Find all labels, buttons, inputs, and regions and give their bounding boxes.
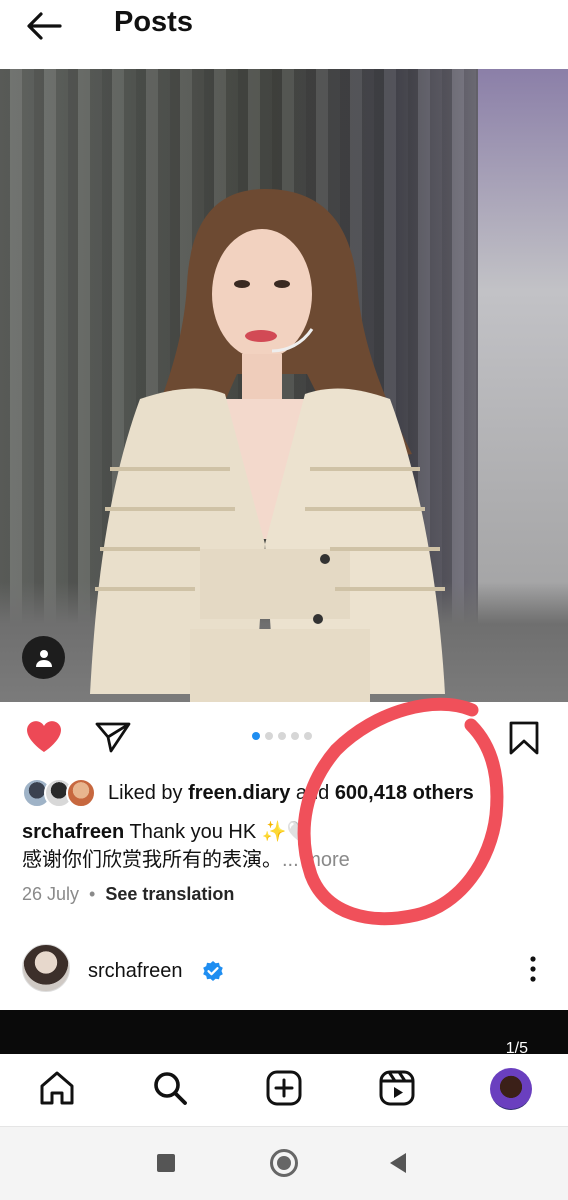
recent-apps-icon[interactable]: [157, 1154, 175, 1172]
page-title: Posts: [114, 6, 193, 38]
user-icon: [36, 650, 52, 667]
avatar[interactable]: [22, 944, 70, 992]
caption-username[interactable]: srchafreen: [22, 821, 124, 843]
post-meta: 26 July • See translation: [22, 884, 234, 905]
back-arrow-icon[interactable]: [24, 10, 64, 42]
like-heart-icon[interactable]: [24, 718, 64, 754]
carousel-dot: [304, 732, 312, 740]
carousel-dot: [291, 732, 299, 740]
post-date: 26 July: [22, 884, 80, 904]
likes-user[interactable]: freen.diary: [188, 782, 290, 804]
likes-text: Liked by freen.diary and 600,418 others: [108, 782, 474, 805]
carousel-dot: [265, 732, 273, 740]
caption-more[interactable]: ... more: [282, 849, 350, 871]
likes-row[interactable]: Liked by freen.diary and 600,418 others: [22, 776, 474, 810]
post-actions-bar: [0, 702, 568, 772]
home-icon[interactable]: [37, 1068, 77, 1108]
next-post-header: srchafreen: [0, 940, 568, 1002]
post-caption[interactable]: srchafreen Thank you HK ✨🤍 感谢你们欣赏我所有的表演。…: [22, 818, 382, 874]
likes-count[interactable]: 600,418: [335, 782, 407, 804]
meta-separator: •: [89, 884, 96, 904]
caption-line2: 感谢你们欣赏我所有的表演。: [22, 849, 282, 871]
likes-suffix[interactable]: others: [407, 782, 474, 804]
see-translation-link[interactable]: See translation: [105, 884, 234, 905]
likes-prefix: Liked by: [108, 781, 189, 804]
carousel-indicator: [252, 732, 312, 742]
likes-middle: and: [290, 781, 335, 804]
post-photo[interactable]: [0, 69, 568, 702]
search-icon[interactable]: [150, 1068, 190, 1108]
carousel-dot: [252, 732, 260, 740]
photo-subject: [90, 189, 445, 702]
tagged-users-button[interactable]: [22, 636, 65, 679]
share-send-icon[interactable]: [94, 720, 132, 754]
more-options-icon[interactable]: [526, 954, 540, 984]
top-bar: Posts: [0, 0, 568, 60]
bottom-nav: [0, 1054, 568, 1126]
create-post-icon[interactable]: [264, 1068, 304, 1108]
verified-badge-icon: [203, 961, 223, 981]
back-triangle-icon[interactable]: [390, 1153, 406, 1173]
carousel-dot: [278, 732, 286, 740]
next-post-username[interactable]: srchafreen: [88, 960, 183, 983]
system-navigation-bar: [0, 1126, 568, 1200]
home-button-icon[interactable]: [270, 1149, 298, 1177]
bookmark-icon[interactable]: [508, 720, 540, 756]
next-post-media[interactable]: 1/5: [0, 1010, 568, 1057]
reels-icon[interactable]: [377, 1068, 417, 1108]
profile-avatar[interactable]: [490, 1068, 532, 1110]
caption-text: Thank you HK ✨🤍: [124, 821, 312, 843]
liker-avatar: [66, 778, 96, 808]
